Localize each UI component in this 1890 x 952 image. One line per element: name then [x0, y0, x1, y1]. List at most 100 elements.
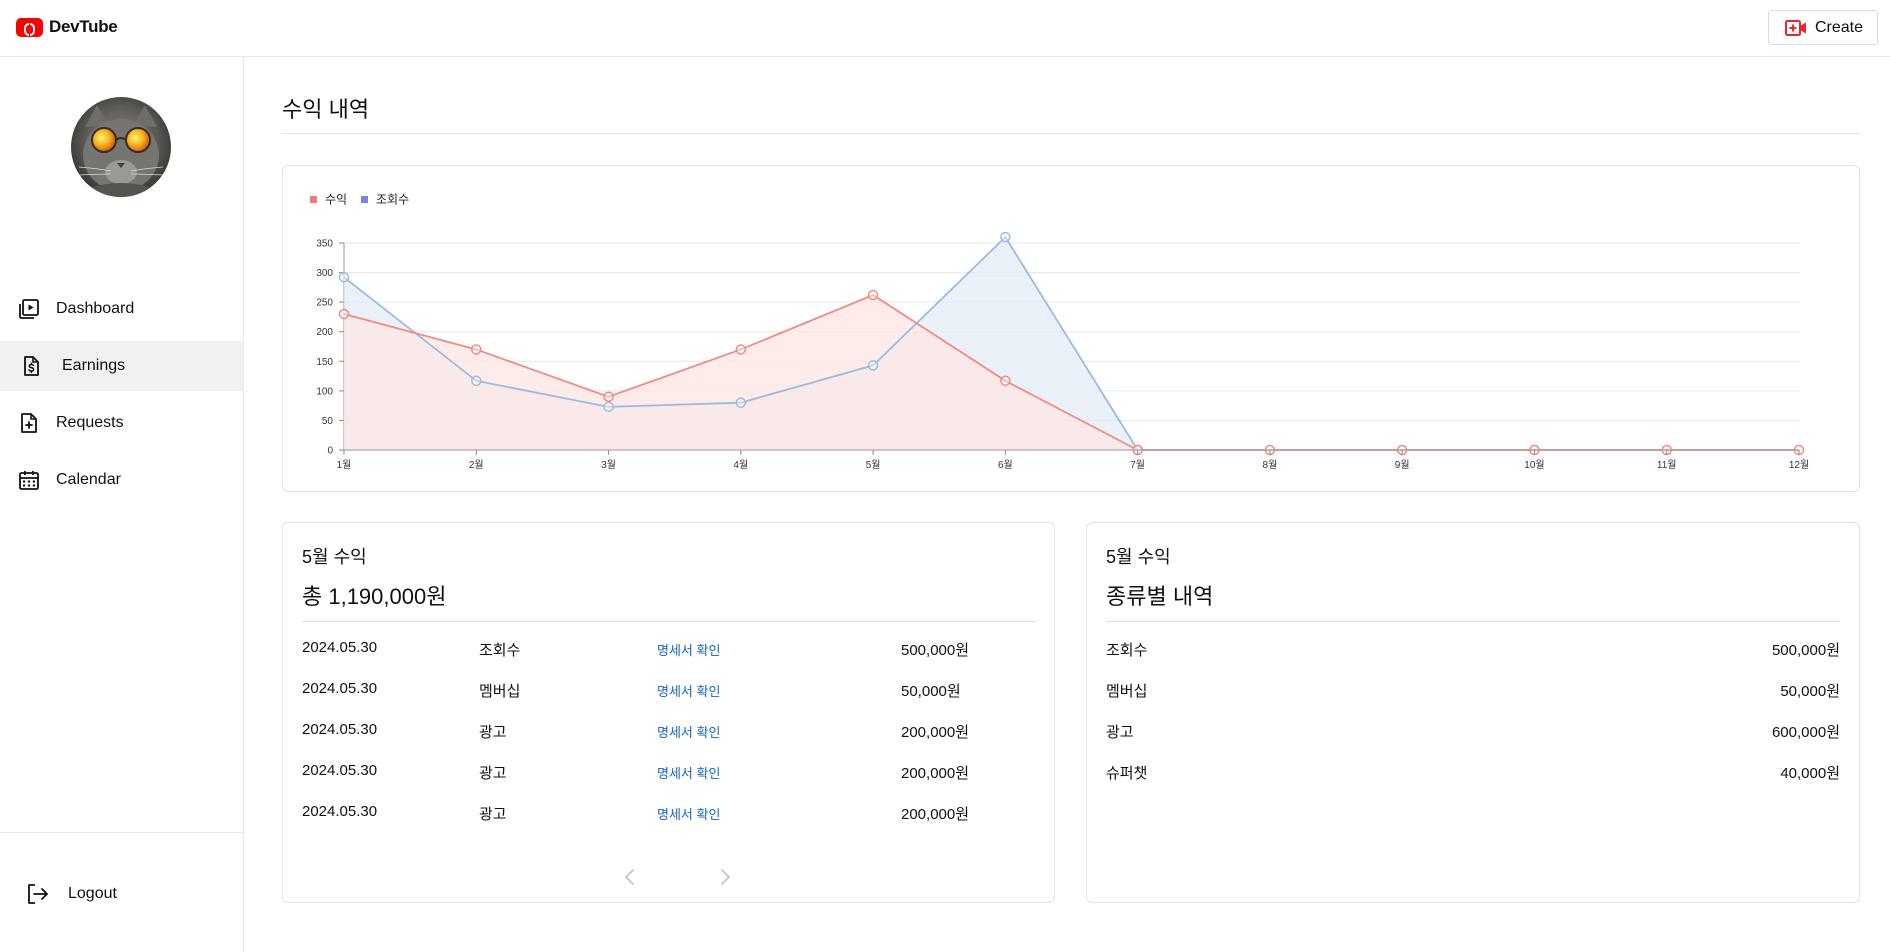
table-row: 2024.05.30 광고 명세서 확인 200,000원	[302, 803, 1036, 844]
list-item: 광고 600,000원	[1106, 721, 1840, 762]
row-amount: 200,000원	[901, 806, 970, 823]
sidebar: Dashboard Earnings Requests Calendar Log…	[0, 57, 244, 952]
x-tick-label: 8월	[1263, 459, 1278, 471]
app-title: DevTube	[49, 17, 118, 36]
category-amount: 500,000원	[1771, 642, 1840, 659]
app-logo[interactable]: DevTube	[16, 17, 118, 37]
create-button[interactable]: Create	[1767, 10, 1878, 45]
x-tick-label: 7월	[1130, 459, 1145, 471]
prev-page-button[interactable]	[618, 865, 642, 889]
logout-icon	[28, 884, 48, 904]
row-type: 멤버십	[479, 683, 521, 700]
data-point	[338, 308, 350, 320]
category-amount: 600,000원	[1771, 724, 1840, 741]
category-list: 조회수 500,000원 멤버십 50,000원 광고 600,000원 슈퍼챗…	[1106, 639, 1840, 803]
x-tick-label: 9월	[1395, 459, 1410, 471]
data-point	[603, 401, 614, 413]
category-name: 광고	[1106, 724, 1134, 741]
sidebar-item-requests[interactable]: Requests	[0, 398, 243, 448]
earnings-chart: 수익 조회수 0 50 100 150 200 250 300 350 1월 2월 3월 4월 5월 6월 7월…	[310, 193, 1809, 471]
table-row: 2024.05.30 광고 명세서 확인 200,000원	[302, 762, 1036, 803]
legend-label: 조회수	[376, 193, 409, 207]
x-tick-label: 6월	[998, 459, 1013, 471]
play-logo-icon	[16, 17, 43, 37]
category-amount: 40,000원	[1780, 765, 1840, 782]
x-tick-label: 11월	[1657, 459, 1677, 471]
statement-link[interactable]: 명세서 확인	[657, 804, 720, 823]
table-row: 2024.05.30 멤버십 명세서 확인 50,000원	[302, 680, 1036, 721]
dollar-document-icon	[20, 355, 42, 377]
data-point	[735, 344, 747, 355]
chevron-left-icon	[625, 869, 634, 885]
row-type: 조회수	[479, 642, 521, 659]
x-tick-label: 10월	[1524, 459, 1544, 471]
sidebar-footer: Logout	[0, 832, 243, 904]
data-point	[867, 289, 879, 301]
category-name: 슈퍼챗	[1106, 765, 1148, 782]
video-library-icon	[18, 298, 40, 320]
x-tick-label: 3월	[601, 459, 616, 471]
sidebar-nav: Dashboard Earnings Requests Calendar	[0, 284, 243, 512]
title-divider	[282, 133, 1860, 134]
statement-link[interactable]: 명세서 확인	[657, 640, 720, 659]
legend-swatch	[361, 196, 368, 203]
top-header: DevTube Create	[0, 0, 1890, 57]
row-date: 2024.05.30	[302, 762, 378, 779]
x-tick-label: 2월	[469, 459, 484, 471]
next-page-button[interactable]	[713, 865, 737, 889]
sidebar-item-calendar[interactable]: Calendar	[0, 455, 243, 505]
earnings-list: 2024.05.30 조회수 명세서 확인 500,000원 2024.05.3…	[302, 639, 1036, 844]
statement-link[interactable]: 명세서 확인	[657, 681, 720, 700]
page-title: 수익 내역	[282, 97, 370, 122]
row-date: 2024.05.30	[302, 803, 378, 820]
data-point	[471, 344, 482, 355]
row-date: 2024.05.30	[302, 639, 378, 656]
category-name: 조회수	[1106, 642, 1148, 659]
pagination	[283, 865, 1056, 889]
data-point	[1000, 231, 1011, 243]
x-tick-label: 12월	[1789, 459, 1809, 471]
x-tick-label: 1월	[337, 459, 352, 471]
earnings-total: 총 1,190,000원	[302, 584, 447, 609]
card-divider	[1106, 621, 1840, 622]
video-add-icon	[1784, 19, 1806, 36]
table-row: 2024.05.30 광고 명세서 확인 200,000원	[302, 721, 1036, 762]
data-point	[603, 391, 614, 403]
list-item: 슈퍼챗 40,000원	[1106, 762, 1840, 803]
sidebar-item-label: Calendar	[56, 471, 121, 488]
row-type: 광고	[479, 806, 507, 823]
legend-swatch	[310, 196, 317, 203]
row-amount: 200,000원	[901, 724, 970, 741]
card-title: 종류별 내역	[1106, 584, 1214, 609]
create-button-label: Create	[1814, 18, 1863, 36]
sidebar-item-label: Earnings	[62, 357, 126, 374]
category-breakdown-card: 5월 수익 종류별 내역 조회수 500,000원 멤버십 50,000원 광고…	[1086, 522, 1860, 903]
card-subtitle: 5월 수익	[1106, 547, 1171, 567]
monthly-earnings-card: 5월 수익 총 1,190,000원 2024.05.30 조회수 명세서 확인…	[282, 522, 1055, 903]
y-tick-label: 50	[322, 416, 334, 427]
y-tick-label: 250	[316, 298, 333, 309]
statement-link[interactable]: 명세서 확인	[657, 722, 720, 741]
logout-button[interactable]: Logout	[26, 883, 117, 905]
row-date: 2024.05.30	[302, 721, 378, 738]
document-plus-icon	[18, 412, 40, 434]
table-row: 2024.05.30 조회수 명세서 확인 500,000원	[302, 639, 1036, 680]
data-point	[1000, 375, 1011, 387]
y-tick-label: 200	[316, 327, 333, 338]
row-amount: 500,000원	[901, 642, 970, 659]
statement-link[interactable]: 명세서 확인	[657, 763, 720, 782]
data-point	[735, 397, 747, 408]
category-name: 멤버십	[1106, 683, 1148, 700]
avatar[interactable]	[71, 97, 171, 197]
legend-label: 수익	[325, 193, 347, 207]
data-point	[867, 360, 879, 371]
y-tick-label: 0	[327, 446, 333, 457]
sidebar-item-earnings[interactable]: Earnings	[0, 341, 243, 391]
x-tick-label: 4월	[733, 459, 748, 471]
sidebar-item-dashboard[interactable]: Dashboard	[0, 284, 243, 334]
list-item: 조회수 500,000원	[1106, 639, 1840, 680]
card-subtitle: 5월 수익	[302, 547, 367, 567]
y-tick-label: 300	[316, 268, 333, 279]
category-amount: 50,000원	[1780, 683, 1840, 700]
sidebar-item-label: Requests	[56, 414, 124, 431]
